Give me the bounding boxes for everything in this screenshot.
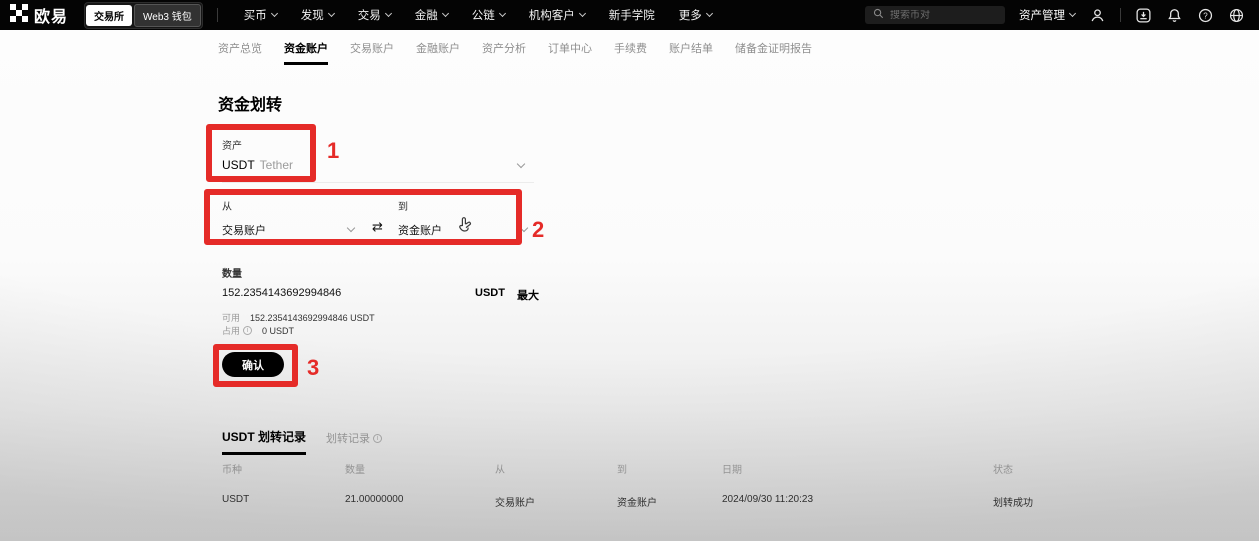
nav-item-chain[interactable]: 公链 [472, 7, 506, 23]
nav-item-buy-crypto[interactable]: 买币 [244, 7, 278, 23]
help-icon[interactable]: ? [1197, 7, 1214, 24]
to-account-select[interactable]: 资金账户 [398, 222, 442, 238]
search-icon [873, 6, 884, 24]
asset-fullname: Tether [259, 158, 294, 172]
asset-select-underline [222, 182, 534, 183]
bell-icon[interactable] [1166, 7, 1183, 24]
record-coin: USDT [222, 494, 250, 505]
to-chevron-down-icon[interactable] [519, 223, 529, 233]
tab-fees[interactable]: 手续费 [614, 40, 647, 65]
col-header-date: 日期 [722, 465, 742, 476]
records-tabs: USDT 划转记录 划转记录 i [222, 428, 383, 455]
tab-asset-overview[interactable]: 资产总览 [218, 40, 262, 65]
annotation-number-1: 1 [327, 138, 340, 163]
nav-item-institutional[interactable]: 机构客户 [529, 7, 586, 23]
record-status: 划转成功 [993, 498, 1033, 509]
nav-item-trade[interactable]: 交易 [358, 7, 392, 23]
asset-manage-menu[interactable]: 资产管理 [1019, 7, 1077, 23]
search-input[interactable] [890, 9, 997, 21]
record-amount: 21.00000000 [345, 494, 404, 505]
tab-funding-account[interactable]: 资金账户 [284, 40, 328, 65]
tab-all-transfer-records[interactable]: 划转记录 i [326, 430, 383, 455]
info-icon[interactable]: i [243, 326, 253, 335]
inuse-label: 占用 i [222, 324, 253, 337]
amount-input[interactable]: 152.2354143692994846 [222, 287, 341, 299]
asset-select[interactable]: USDT Tether [222, 158, 293, 172]
chevron-down-icon [1068, 9, 1077, 18]
records-table: 币种 数量 从 到 日期 状态 USDT 21.00000000 交易账户 资金… [222, 461, 1038, 509]
nav-menu: 买币 发现 交易 金融 公链 机构客户 新手学院 更多 [244, 7, 713, 23]
tab-order-center[interactable]: 订单中心 [548, 40, 592, 65]
user-icon[interactable] [1089, 7, 1106, 24]
max-button[interactable]: 最大 [517, 287, 539, 303]
okx-logo-icon [10, 3, 28, 27]
nav-item-discover[interactable]: 发现 [301, 7, 335, 23]
col-header-status: 状态 [993, 465, 1013, 476]
col-header-from: 从 [495, 465, 505, 476]
top-nav: 欧易 交易所 Web3 钱包 买币 发现 交易 金融 公链 机构客户 新手学院 … [0, 0, 1259, 30]
info-icon: i [373, 433, 383, 443]
chevron-down-icon [441, 9, 449, 18]
asset-chevron-down-icon[interactable] [516, 159, 526, 169]
chevron-down-icon [384, 9, 392, 18]
tab-usdt-transfer-records[interactable]: USDT 划转记录 [222, 428, 307, 455]
mode-toggle: 交易所 Web3 钱包 [84, 1, 203, 29]
from-label: 从 [222, 202, 232, 213]
annotation-number-3: 3 [307, 355, 320, 380]
nav-item-finance[interactable]: 金融 [415, 7, 449, 23]
tab-finance-account[interactable]: 金融账户 [416, 40, 460, 65]
okx-logo[interactable]: 欧易 [10, 3, 68, 27]
swap-direction-icon[interactable]: ⇄ [372, 219, 383, 235]
page-title: 资金划转 [218, 97, 283, 114]
record-from: 交易账户 [495, 498, 535, 509]
record-to: 资金账户 [617, 498, 657, 509]
chevron-down-icon [327, 9, 335, 18]
available-row: 可用 152.2354143692994846 USDT [222, 311, 375, 324]
tab-account-statement[interactable]: 账户结单 [669, 40, 713, 65]
col-header-coin: 币种 [222, 465, 242, 476]
confirm-button[interactable]: 确认 [222, 352, 284, 377]
inuse-value: 0 USDT [262, 325, 295, 336]
available-label: 可用 [222, 313, 241, 323]
col-header-amount: 数量 [345, 465, 365, 476]
nav-item-academy[interactable]: 新手学院 [609, 7, 655, 23]
main-content: 资产总览 资金账户 交易账户 金融账户 资产分析 订单中心 手续费 账户结单 储… [0, 30, 1259, 541]
chevron-down-icon [705, 9, 713, 18]
tab-asset-analysis[interactable]: 资产分析 [482, 40, 526, 65]
nav-divider [1120, 8, 1121, 22]
globe-icon[interactable] [1228, 7, 1245, 24]
annotation-box-1 [206, 124, 316, 182]
nav-divider [216, 8, 218, 22]
annotation-number-2: 2 [532, 217, 545, 242]
asset-label: 资产 [222, 141, 242, 152]
from-chevron-down-icon[interactable] [346, 223, 356, 233]
amount-label: 数量 [222, 269, 242, 280]
chevron-down-icon [498, 9, 506, 18]
available-value: 152.2354143692994846 USDT [250, 312, 375, 323]
cursor-hand-icon [455, 215, 473, 240]
svg-text:?: ? [1203, 11, 1208, 20]
brand-name: 欧易 [34, 9, 69, 26]
toggle-exchange[interactable]: 交易所 [86, 4, 133, 26]
search-bar[interactable] [865, 6, 1005, 24]
col-header-to: 到 [617, 465, 627, 476]
record-date: 2024/09/30 11:20:23 [722, 494, 814, 505]
toggle-web3-wallet[interactable]: Web3 钱包 [134, 3, 201, 27]
from-account-select[interactable]: 交易账户 [222, 222, 266, 238]
nav-item-more[interactable]: 更多 [679, 7, 713, 23]
chevron-down-icon [578, 9, 586, 18]
account-tabs: 资产总览 资金账户 交易账户 金融账户 资产分析 订单中心 手续费 账户结单 储… [218, 40, 812, 65]
to-label: 到 [398, 202, 408, 213]
tab-trading-account[interactable]: 交易账户 [350, 40, 394, 65]
amount-currency: USDT [475, 287, 505, 299]
inuse-row: 占用 i 0 USDT [222, 324, 294, 337]
tab-proof-of-reserves[interactable]: 储备金证明报告 [735, 40, 812, 65]
download-app-icon[interactable] [1135, 7, 1152, 24]
asset-code: USDT [222, 158, 255, 172]
chevron-down-icon [270, 9, 278, 18]
